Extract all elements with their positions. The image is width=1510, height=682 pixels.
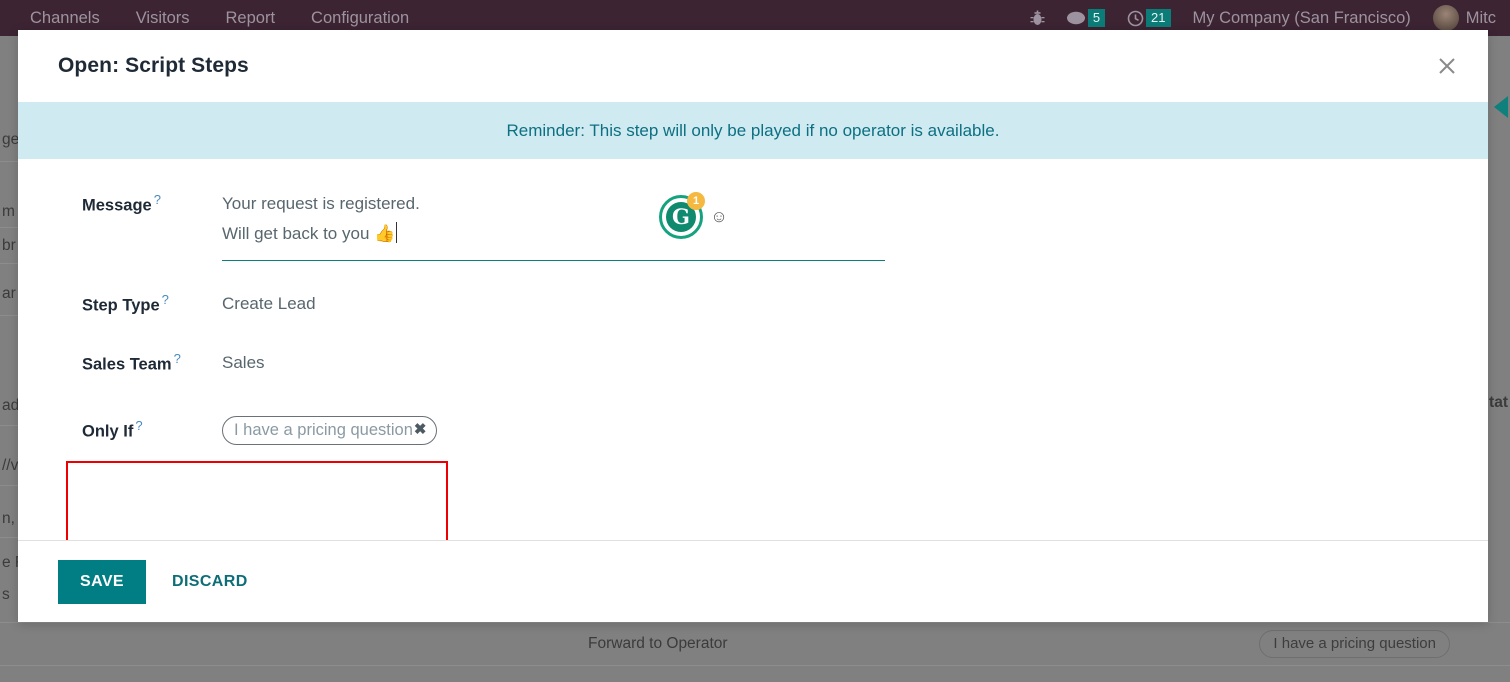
discard-button[interactable]: DISCARD	[162, 560, 258, 604]
help-icon[interactable]: ?	[135, 418, 142, 433]
navbar-right-tools: 5 21 My Company (San Francisco) Mitc	[1030, 5, 1496, 31]
bg-list-row: e F	[2, 554, 20, 571]
user-menu[interactable]: Mitc	[1432, 5, 1496, 31]
dialog-footer: SAVE DISCARD	[18, 540, 1488, 622]
message-input[interactable]: Your request is registered. Will get bac…	[222, 189, 885, 261]
dialog-title: Open: Script Steps	[58, 53, 249, 77]
nav-item-channels[interactable]: Channels	[30, 9, 100, 28]
script-step-form: Message? Your request is registered. Wil…	[18, 189, 1488, 455]
user-name: Mitc	[1465, 8, 1496, 27]
bg-list-row: s	[2, 586, 10, 603]
bug-icon[interactable]	[1030, 10, 1045, 27]
field-step-type: Step Type? Create Lead	[18, 289, 1488, 329]
avatar	[1432, 5, 1459, 31]
close-icon[interactable]	[1430, 49, 1464, 83]
only-if-tags[interactable]: I have a pricing question ✖	[222, 415, 438, 445]
field-message: Message? Your request is registered. Wil…	[18, 189, 1488, 261]
emoji-picker-icon[interactable]: ☺	[709, 207, 729, 227]
bg-column-header: tat	[1489, 394, 1508, 411]
editor-tools: G 1 ☺	[659, 192, 729, 239]
nav-item-configuration[interactable]: Configuration	[311, 9, 409, 28]
nav-item-report[interactable]: Report	[226, 9, 276, 28]
script-steps-dialog: Open: Script Steps Reminder: This step w…	[18, 30, 1488, 622]
grammarly-count-badge: 1	[687, 192, 705, 210]
company-selector[interactable]: My Company (San Francisco)	[1193, 9, 1411, 28]
bg-step-tag[interactable]: I have a pricing question	[1259, 630, 1450, 658]
bg-list-row: br	[0, 228, 20, 264]
sales-team-value[interactable]: Sales	[222, 348, 265, 378]
step-type-value[interactable]: Create Lead	[222, 289, 316, 319]
field-label-message: Message?	[82, 192, 161, 215]
bg-list-row: ar	[0, 272, 20, 316]
tag-label: I have a pricing question	[234, 421, 413, 439]
help-icon[interactable]: ?	[154, 192, 161, 207]
field-sales-team: Sales Team? Sales	[18, 348, 1488, 388]
field-label-step-type: Step Type?	[82, 292, 169, 315]
nav-item-visitors[interactable]: Visitors	[136, 9, 190, 28]
messages-icon[interactable]: 5	[1066, 9, 1106, 27]
chevron-right-icon[interactable]	[1494, 96, 1508, 118]
annotation-highlight-box	[66, 461, 448, 540]
dialog-header: Open: Script Steps	[18, 30, 1488, 102]
grammarly-icon[interactable]: G 1	[659, 192, 705, 239]
bg-list-row: ge	[0, 118, 20, 162]
bg-list-row: //v	[0, 446, 20, 486]
message-line-1: Your request is registered.	[222, 194, 420, 213]
thumbs-up-icon: 👍	[374, 224, 396, 243]
messages-count-badge: 5	[1087, 9, 1106, 27]
activities-count-badge: 21	[1146, 9, 1171, 27]
text-caret	[396, 222, 398, 243]
help-icon[interactable]: ?	[162, 292, 169, 307]
tag-pricing-question[interactable]: I have a pricing question ✖	[222, 416, 438, 445]
field-label-only-if: Only If?	[82, 418, 143, 441]
help-icon[interactable]: ?	[174, 351, 181, 366]
nav-menu: Channels Visitors Report Configuration	[30, 9, 409, 28]
reminder-alert: Reminder: This step will only be played …	[18, 102, 1488, 159]
bg-list-row: ad	[0, 386, 20, 426]
reminder-alert-text: Reminder: This step will only be played …	[506, 120, 1000, 140]
tag-remove-icon[interactable]: ✖	[414, 419, 427, 441]
field-label-sales-team: Sales Team?	[82, 351, 181, 374]
dialog-body: Message? Your request is registered. Wil…	[18, 159, 1488, 540]
bg-list-row: n,	[0, 500, 20, 538]
save-button[interactable]: SAVE	[58, 559, 146, 604]
bg-step-label: Forward to Operator	[588, 635, 728, 652]
message-line-2: Will get back to you 👍	[222, 222, 398, 243]
bg-list-row: m	[0, 196, 20, 228]
clock-icon[interactable]: 21	[1127, 9, 1171, 27]
bg-step-row-forward-to-operator[interactable]: Forward to Operator I have a pricing que…	[0, 622, 1510, 666]
field-only-if: Only If? I have a pricing question ✖	[18, 415, 1488, 455]
bg-step-row-partial	[0, 666, 1510, 682]
